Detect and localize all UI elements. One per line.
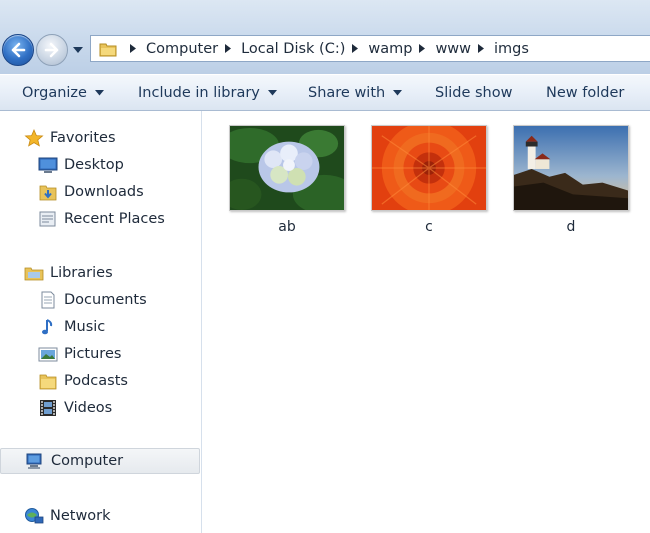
organize-label: Organize [22,85,87,101]
nav-favorites-label: Favorites [50,130,116,146]
include-in-library-label: Include in library [138,85,260,101]
star-icon [24,129,44,147]
slide-show-button[interactable]: Slide show [435,75,512,111]
chevron-down-icon [267,90,277,96]
nav-downloads-label: Downloads [64,184,144,200]
nav-favorites[interactable]: Favorites [0,125,202,151]
forward-arrow-icon [44,42,59,58]
include-in-library-button[interactable]: Include in library [138,75,277,111]
computer-icon [26,453,42,469]
breadcrumb-computer[interactable]: Computer [146,41,218,57]
file-name: d [566,219,576,235]
share-with-button[interactable]: Share with [308,75,403,111]
desktop-icon [38,157,58,173]
nav-desktop-label: Desktop [64,157,124,173]
recent-pages-button[interactable] [72,44,84,56]
address-field[interactable]: Computer Local Disk (C:) wamp www imgs [90,35,650,62]
forward-button[interactable] [36,34,68,66]
film-strip-icon [40,400,56,416]
nav-recent-places[interactable]: Recent Places [0,206,202,232]
breadcrumb-wamp[interactable]: wamp [368,41,412,57]
breadcrumb-imgs[interactable]: imgs [494,41,529,57]
folder-icon [99,43,117,56]
music-note-icon [42,319,53,335]
nav-network-label: Network [50,508,111,524]
nav-documents[interactable]: Documents [0,287,202,313]
downloads-folder-icon [39,185,57,201]
chevron-down-icon [94,90,104,96]
pictures-icon [38,347,58,362]
breadcrumb-separator-icon[interactable] [129,44,137,54]
breadcrumb-separator-icon[interactable] [351,44,359,54]
nav-videos-label: Videos [64,400,113,416]
file-item[interactable]: c [371,125,489,235]
nav-music-label: Music [64,319,106,335]
nav-downloads[interactable]: Downloads [0,179,202,205]
hydrangea-thumbnail [229,125,345,211]
chevron-down-icon [73,46,83,53]
navigation-pane: Favorites Desktop Downloads Recent Place… [0,111,202,533]
nav-music[interactable]: Music [0,314,202,340]
nav-videos[interactable]: Videos [0,395,202,421]
file-name: ab [278,219,296,235]
documents-icon [41,291,55,309]
breadcrumb-www[interactable]: www [435,41,471,57]
new-folder-button[interactable]: New folder [546,75,624,111]
breadcrumb-separator-icon[interactable] [418,44,426,54]
back-arrow-icon [11,42,26,58]
nav-libraries-label: Libraries [50,265,113,281]
orange-flower-thumbnail [371,125,487,211]
podcasts-folder-icon [39,374,57,390]
breadcrumb-separator-icon[interactable] [224,44,232,54]
command-bar: Organize Include in library Share with S… [0,74,650,111]
nav-computer-label: Computer [51,453,124,469]
chevron-down-icon [393,90,403,96]
file-name: c [425,219,433,235]
nav-libraries[interactable]: Libraries [0,260,202,286]
address-bar-region: Computer Local Disk (C:) wamp www imgs [0,0,650,74]
nav-computer[interactable]: Computer [0,448,200,474]
nav-pictures-label: Pictures [64,346,122,362]
nav-pictures[interactable]: Pictures [0,341,202,367]
nav-desktop[interactable]: Desktop [0,152,202,178]
nav-recent-places-label: Recent Places [64,211,165,227]
nav-podcasts[interactable]: Podcasts [0,368,202,394]
slide-show-label: Slide show [435,85,513,101]
file-item[interactable]: d [513,125,631,235]
organize-button[interactable]: Organize [22,75,104,111]
libraries-icon [24,267,44,281]
file-item[interactable]: ab [229,125,347,235]
breadcrumb-local-disk[interactable]: Local Disk (C:) [241,41,345,57]
new-folder-label: New folder [546,85,625,101]
nav-network[interactable]: Network [0,503,202,529]
nav-podcasts-label: Podcasts [64,373,128,389]
recent-places-icon [39,211,56,227]
breadcrumb-separator-icon[interactable] [477,44,485,54]
file-list: ab c d [203,111,650,533]
nav-documents-label: Documents [64,292,147,308]
network-icon [25,508,44,524]
lighthouse-thumbnail [513,125,629,211]
back-button[interactable] [2,34,34,66]
share-with-label: Share with [308,85,386,101]
